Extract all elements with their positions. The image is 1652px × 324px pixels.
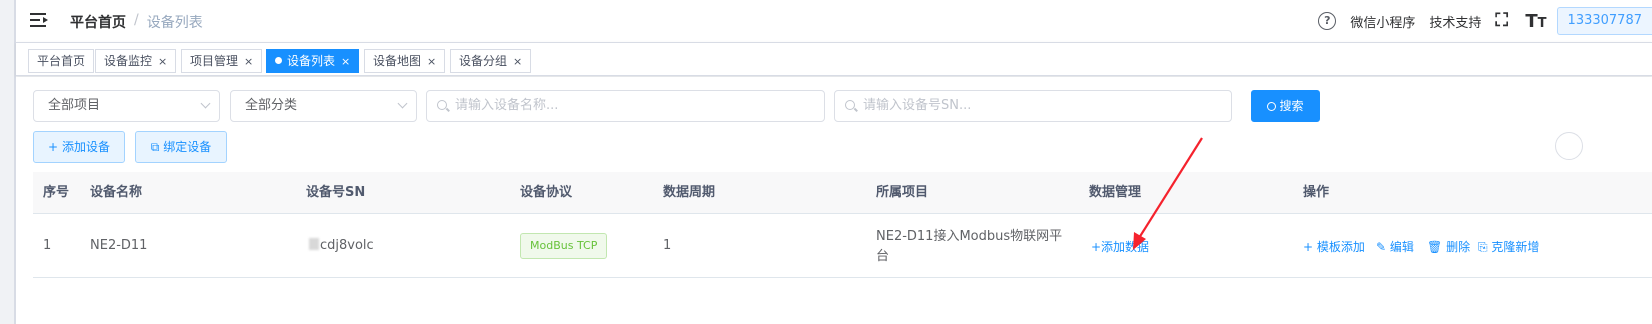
arrow-shaft bbox=[1138, 137, 1203, 239]
annotation-arrow bbox=[1133, 137, 1203, 250]
arrow-head bbox=[1133, 232, 1146, 250]
